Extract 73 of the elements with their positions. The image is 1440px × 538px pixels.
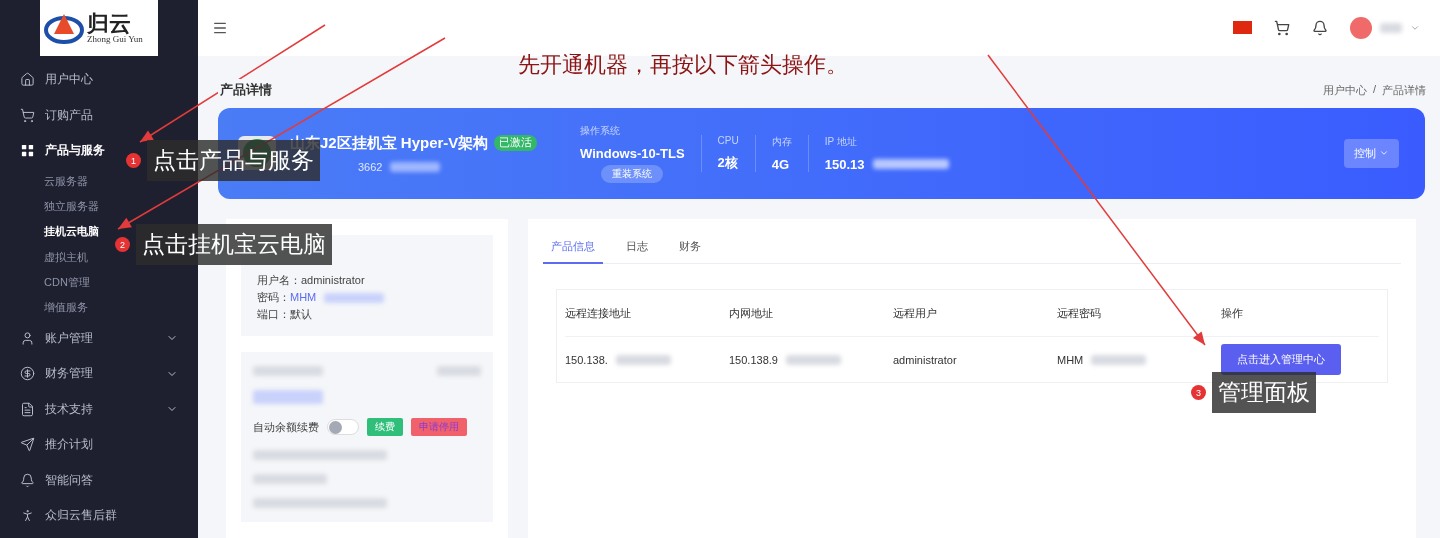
grid-icon xyxy=(20,143,35,159)
cart-icon xyxy=(20,107,35,123)
sidebar-subitem[interactable]: 虚拟主机 xyxy=(0,244,92,270)
sidebar-item[interactable]: 众归云售后群 xyxy=(0,497,121,534)
tab[interactable]: 财务 xyxy=(671,239,709,264)
info-line: 密码：MHM xyxy=(257,290,317,305)
instruction-headline: 先开通机器，再按以下箭头操作。 xyxy=(518,51,848,79)
bell-icon xyxy=(20,472,35,488)
info-line: 端口：默认 xyxy=(257,307,312,322)
sidebar-item[interactable]: 财务管理 xyxy=(0,355,198,392)
logo[interactable]: 归云 Zhong Gui Yun xyxy=(40,0,158,56)
sidebar-subitem[interactable]: 独立服务器 xyxy=(0,193,103,220)
step-callout: 管理面板 xyxy=(1212,372,1316,413)
spec-value: 4G xyxy=(771,156,790,172)
sidebar-item[interactable]: 用户中心 xyxy=(0,62,97,98)
table-cell: 150.138.9 xyxy=(729,353,778,366)
table-cell: MHM xyxy=(1057,353,1084,366)
sidebar-item[interactable]: 产品与服务 xyxy=(0,133,109,169)
logo-subtitle: Zhong Gui Yun xyxy=(87,34,143,44)
info-line: 用户名：administrator xyxy=(257,273,365,288)
auto-renew-label: 自动余额续费 xyxy=(253,419,319,435)
table-cell: administrator xyxy=(893,353,957,366)
step-callout: 点击挂机宝云电脑 xyxy=(136,224,332,265)
spec-value: 150.13 xyxy=(824,156,865,172)
column-header: 内网地址 xyxy=(729,305,774,321)
redacted-blur xyxy=(1091,354,1147,365)
tab[interactable]: 日志 xyxy=(618,239,656,264)
redacted-blur xyxy=(390,161,441,172)
table-cell: 150.138. xyxy=(565,353,608,366)
redacted-blur xyxy=(253,366,323,376)
tab[interactable]: 产品信息 xyxy=(543,239,603,264)
sidebar-item[interactable]: 智能问答 xyxy=(0,462,97,498)
spec-value: Windows-10-TLS xyxy=(580,145,685,161)
sidebar-item[interactable]: 技术支持 xyxy=(0,391,198,427)
user-icon xyxy=(20,330,35,346)
dollar-icon xyxy=(20,366,35,382)
sidebar-item[interactable]: 账户管理 xyxy=(0,320,198,356)
paper-plane-icon xyxy=(20,437,35,453)
manage-center-button[interactable]: 点击进入管理中心 xyxy=(1221,344,1341,375)
breadcrumb-item[interactable]: 用户中心 xyxy=(1322,82,1367,98)
auto-renew-switch[interactable] xyxy=(327,419,359,435)
sidebar-item[interactable]: 推介计划 xyxy=(0,426,97,463)
status-tag: 已激活 xyxy=(494,135,538,152)
breadcrumb-separator: / xyxy=(1372,82,1376,97)
column-header: 远程密码 xyxy=(1057,305,1102,321)
redacted-blur xyxy=(324,292,385,303)
redacted-blur xyxy=(437,366,481,376)
spec-label: IP 地址 xyxy=(824,134,857,149)
cart-icon[interactable] xyxy=(1274,19,1290,36)
flag-icon[interactable] xyxy=(1233,21,1252,35)
sidebar-subitem[interactable]: 增值服务 xyxy=(0,295,92,321)
sidebar-subitem[interactable]: CDN管理 xyxy=(0,269,94,295)
column-header: 操作 xyxy=(1221,305,1244,321)
document-icon xyxy=(20,401,35,417)
sidebar-item[interactable]: 订购产品 xyxy=(0,97,97,133)
column-header: 远程用户 xyxy=(893,305,938,321)
spec-value: 2核 xyxy=(717,153,738,172)
sidebar-subitem[interactable]: 挂机云电脑 xyxy=(0,219,103,245)
column-header: 远程连接地址 xyxy=(565,305,632,321)
redacted-blur xyxy=(785,354,841,365)
product-id: 3662 xyxy=(358,160,383,173)
spec-label: CPU xyxy=(717,134,739,146)
logo-title: 归云 xyxy=(87,12,132,34)
redacted-blur xyxy=(1380,22,1402,33)
spec-label: 内存 xyxy=(771,134,792,149)
breadcrumb-item: 产品详情 xyxy=(1382,82,1426,98)
sidebar-subitem[interactable]: 云服务器 xyxy=(0,168,92,194)
redacted-blur xyxy=(615,354,671,365)
spec-label: 操作系统 xyxy=(580,123,620,138)
home-icon xyxy=(20,72,35,88)
bell-icon[interactable] xyxy=(1312,19,1328,36)
redacted-blur xyxy=(253,390,323,404)
avatar[interactable] xyxy=(1350,16,1372,39)
